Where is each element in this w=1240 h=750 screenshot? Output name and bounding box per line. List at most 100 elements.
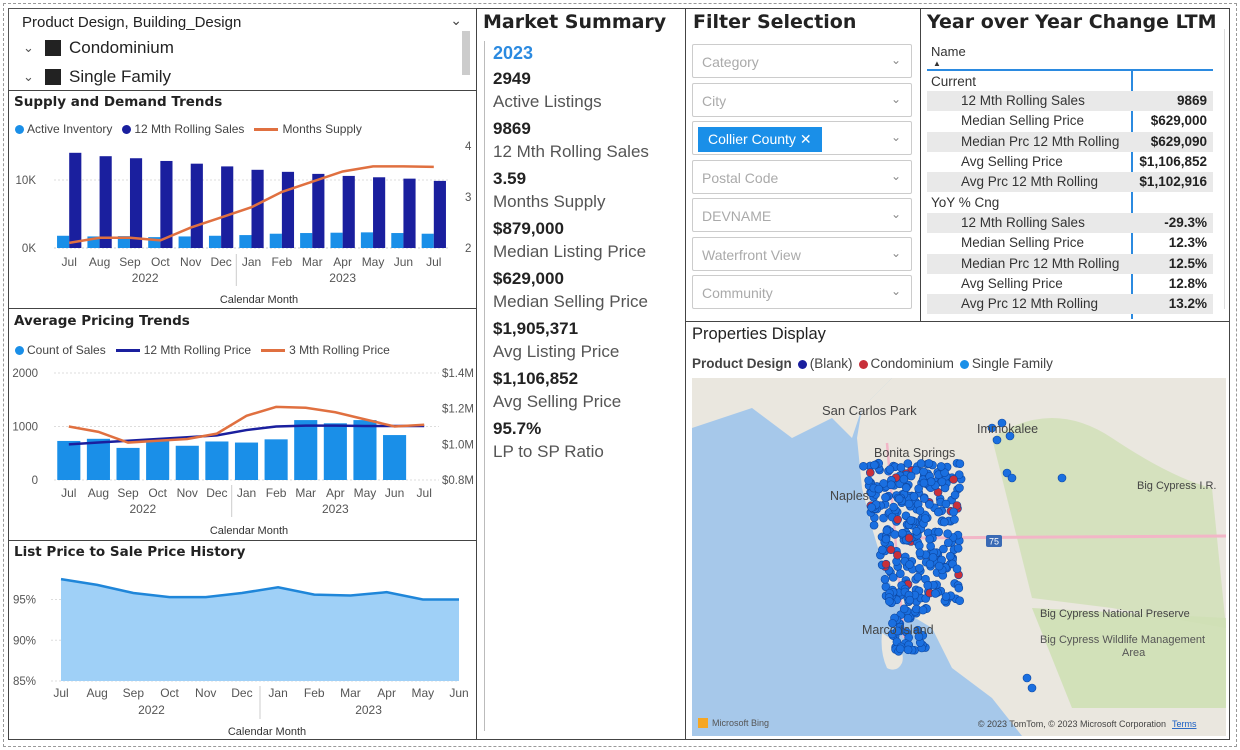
y2-tick-label: $0.8M bbox=[442, 475, 474, 487]
chevron-down-icon[interactable]: ⌄ bbox=[891, 246, 901, 260]
chevron-down-icon[interactable]: ⌄ bbox=[23, 40, 45, 56]
slicer-scrollbar[interactable] bbox=[462, 31, 470, 75]
x-year-label: 2023 bbox=[355, 703, 382, 717]
chevron-down-icon[interactable]: ⌄ bbox=[23, 69, 45, 85]
x-tick-label: Jun bbox=[385, 486, 404, 500]
x-tick-label: Dec bbox=[231, 686, 252, 700]
stat-value: 3.59 bbox=[493, 169, 527, 188]
map-label: Big Cypress I.R. bbox=[1137, 480, 1216, 492]
map-point bbox=[954, 583, 964, 593]
map-point bbox=[895, 644, 905, 654]
yoy-panel: Year over Year Change LTM Name ▲ Current… bbox=[920, 8, 1230, 322]
x-year-label: 2022 bbox=[129, 502, 156, 516]
table-row[interactable]: Avg Prc 12 Mth Rolling $1,102,916 bbox=[927, 172, 1213, 193]
filter-dropdown-postal-code[interactable]: Postal Code ⌄ bbox=[692, 159, 912, 194]
close-icon[interactable]: ✕ bbox=[800, 131, 812, 147]
slicer-item-condominium[interactable]: ⌄ Condominium bbox=[23, 38, 174, 58]
bar-active-inventory bbox=[421, 233, 434, 248]
filter-chip[interactable]: Collier County ✕ bbox=[698, 127, 822, 152]
bing-logo-icon bbox=[698, 718, 708, 728]
filter-dropdown-devname[interactable]: DEVNAME ⌄ bbox=[692, 198, 912, 232]
row-value: -29.3% bbox=[1164, 215, 1207, 230]
x-tick-label: Aug bbox=[87, 686, 108, 700]
table-row[interactable]: 12 Mth Rolling Sales 9869 bbox=[927, 91, 1213, 111]
map-point bbox=[943, 538, 953, 548]
map-point bbox=[925, 534, 934, 544]
sort-arrow-icon[interactable]: ▲ bbox=[933, 59, 941, 68]
y-tick-label: 0K bbox=[22, 243, 36, 255]
chevron-down-icon[interactable]: ⌄ bbox=[891, 284, 901, 298]
legend-item[interactable]: (Blank) bbox=[797, 356, 853, 371]
chevron-down-icon[interactable]: ⌄ bbox=[891, 53, 901, 67]
x-tick-label: Nov bbox=[180, 255, 201, 269]
map-point bbox=[913, 572, 923, 582]
x-tick-label: Jan bbox=[268, 686, 287, 700]
x-tick-label: Feb bbox=[304, 686, 325, 700]
filter-dropdown-category[interactable]: Category ⌄ bbox=[692, 44, 912, 78]
checkbox-icon[interactable] bbox=[45, 40, 61, 56]
map-point bbox=[941, 499, 951, 509]
map-terms-link[interactable]: Terms bbox=[1172, 719, 1197, 729]
stat-value: $629,000 bbox=[493, 269, 564, 288]
map-point bbox=[924, 459, 934, 468]
map-point bbox=[926, 541, 935, 551]
table-row[interactable]: Median Prc 12 Mth Rolling 12.5% bbox=[927, 253, 1213, 274]
map-point bbox=[906, 516, 916, 525]
x-tick-label: Mar bbox=[302, 255, 323, 269]
filter-dropdown-city[interactable]: City ⌄ bbox=[692, 82, 912, 117]
name-column-header[interactable]: Name bbox=[931, 44, 966, 59]
map-point bbox=[898, 528, 907, 538]
x-tick-label: Jul bbox=[426, 255, 441, 269]
bar-active-inventory bbox=[300, 233, 313, 248]
checkbox-icon[interactable] bbox=[45, 69, 61, 85]
map-label: Bonita Springs bbox=[874, 446, 955, 460]
chevron-down-icon[interactable]: ⌄ bbox=[891, 169, 901, 183]
chevron-down-icon[interactable]: ⌄ bbox=[891, 207, 901, 221]
bar-rolling-sales bbox=[221, 166, 234, 248]
properties-map[interactable]: San Carlos Park Immokalee Bonita Springs Na… bbox=[692, 378, 1226, 736]
y2-tick-label: $1.2M bbox=[442, 404, 474, 416]
chevron-down-icon[interactable]: ⌄ bbox=[891, 130, 901, 144]
y-tick-label: 0 bbox=[32, 475, 38, 487]
table-row[interactable]: Median Selling Price $629,000 bbox=[927, 111, 1213, 131]
map-point bbox=[1007, 473, 1017, 483]
map-title: Properties Display bbox=[692, 325, 826, 343]
map-point bbox=[864, 476, 873, 485]
x-tick-label: Apr bbox=[377, 686, 396, 700]
chevron-down-icon[interactable]: ⌄ bbox=[891, 92, 901, 106]
slicer-collapse-icon[interactable]: ⌄ bbox=[450, 12, 462, 29]
filter-dropdown-community[interactable]: Community ⌄ bbox=[692, 275, 912, 309]
table-row[interactable]: Avg Selling Price 12.8% bbox=[927, 274, 1213, 294]
stat-value: 9869 bbox=[493, 119, 531, 138]
y-tick-label: 90% bbox=[13, 635, 36, 647]
table-scrollbar[interactable] bbox=[1224, 29, 1225, 309]
table-row[interactable]: Avg Selling Price $1,106,852 bbox=[927, 152, 1213, 172]
map-point bbox=[878, 545, 887, 555]
slicer-item-single-family[interactable]: ⌄ Single Family bbox=[23, 67, 171, 87]
map-point bbox=[918, 605, 928, 615]
bar-count-of-sales bbox=[146, 440, 170, 480]
x-tick-label: Feb bbox=[266, 486, 287, 500]
filter-dropdown-collier-county[interactable]: Collier County ✕ ⌄ bbox=[692, 121, 912, 155]
pricing-panel: Average Pricing Trends Count of Sales 12… bbox=[8, 308, 477, 541]
table-row[interactable]: Avg Prc 12 Mth Rolling 13.2% bbox=[927, 294, 1213, 315]
table-row[interactable]: Median Selling Price 12.3% bbox=[927, 233, 1213, 253]
stat-value: $1,106,852 bbox=[493, 369, 579, 388]
stat-value: $1,905,371 bbox=[493, 319, 579, 338]
map-point bbox=[874, 484, 884, 494]
map-point bbox=[886, 480, 896, 490]
bar-count-of-sales bbox=[383, 435, 407, 480]
map-point bbox=[934, 561, 944, 571]
bar-rolling-sales bbox=[312, 173, 325, 248]
map-point bbox=[880, 574, 890, 584]
row-value: $629,090 bbox=[1150, 133, 1207, 149]
map-point bbox=[955, 596, 965, 606]
section-header: Current bbox=[931, 74, 977, 89]
legend-item[interactable]: Condominium bbox=[858, 356, 954, 371]
legend-item[interactable]: Single Family bbox=[959, 356, 1053, 371]
filter-dropdown-waterfront-view[interactable]: Waterfront View ⌄ bbox=[692, 236, 912, 271]
table-row[interactable]: 12 Mth Rolling Sales -29.3% bbox=[927, 213, 1213, 233]
map-point bbox=[919, 494, 929, 503]
lpsp-panel: List Price to Sale Price History 95% 90% 8… bbox=[8, 540, 477, 740]
table-row[interactable]: Median Prc 12 Mth Rolling $629,090 bbox=[927, 131, 1213, 152]
